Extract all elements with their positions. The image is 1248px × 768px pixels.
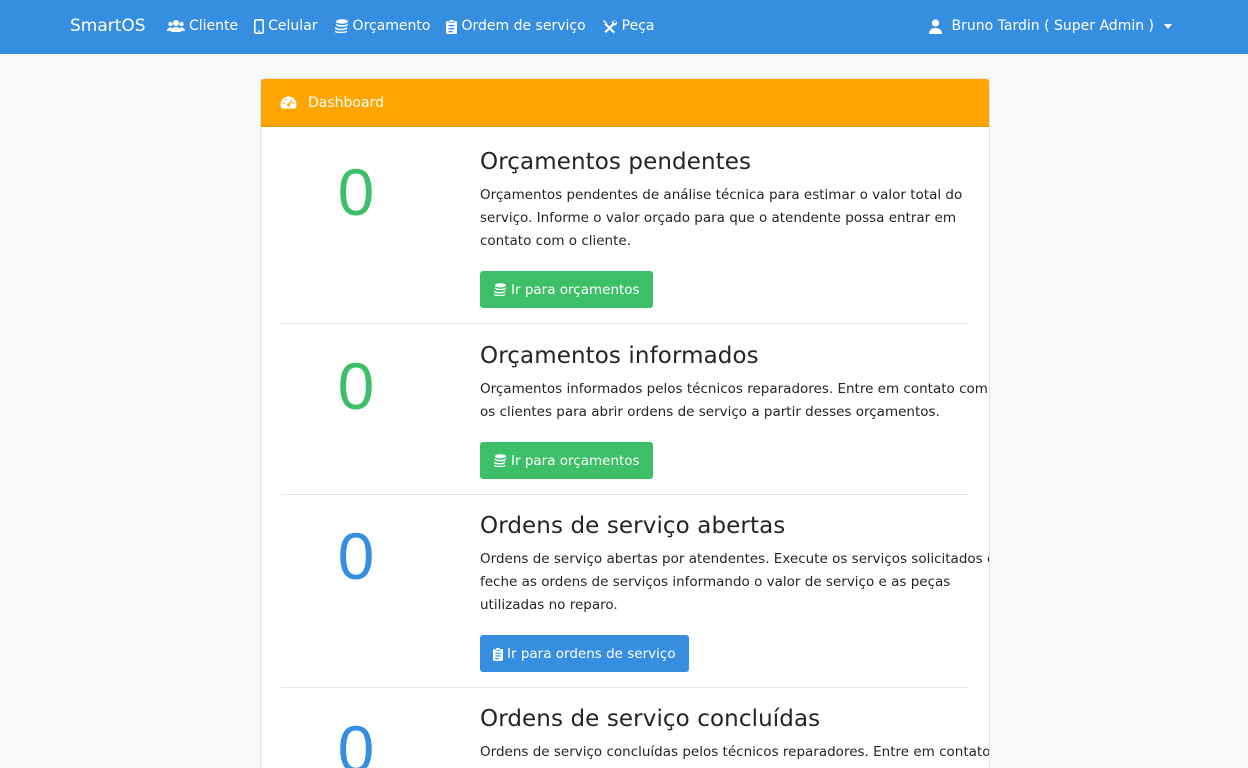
user-icon bbox=[928, 18, 942, 34]
divider bbox=[281, 687, 969, 688]
brand-logo[interactable]: SmartOS bbox=[70, 16, 146, 36]
clipboard-icon bbox=[446, 18, 458, 34]
nav-label: Celular bbox=[268, 18, 318, 34]
stat-body: Ordens de serviço abertas Ordens de serv… bbox=[480, 512, 990, 617]
nav-item-cliente[interactable]: Cliente bbox=[167, 18, 238, 34]
stat-title: Ordens de serviço concluídas bbox=[480, 706, 821, 732]
stat-count: 0 bbox=[337, 155, 375, 229]
nav-item-ordem-de-servico[interactable]: Ordem de serviço bbox=[446, 18, 586, 34]
tachometer-icon bbox=[280, 96, 297, 109]
button-label: Ir para ordens de serviço bbox=[507, 645, 676, 662]
user-menu-dropdown[interactable]: Bruno Tardin ( Super Admin ) bbox=[928, 18, 1172, 34]
nav-label: Peça bbox=[621, 18, 655, 34]
nav-label: Cliente bbox=[189, 18, 239, 34]
stat-title: Ordens de serviço abertas bbox=[480, 513, 786, 539]
nav-item-celular[interactable]: Celular bbox=[254, 18, 318, 34]
stat-count: 0 bbox=[337, 519, 375, 593]
stat-count: 0 bbox=[337, 712, 375, 768]
stat-body: Ordens de serviço concluídas Ordens de s… bbox=[480, 705, 990, 764]
stat-title: Orçamentos informados bbox=[480, 343, 759, 369]
coins-icon bbox=[334, 19, 348, 33]
stat-count: 0 bbox=[337, 349, 375, 423]
users-icon bbox=[167, 20, 185, 32]
stat-description: Orçamentos pendentes de análise técnica … bbox=[480, 187, 963, 249]
stat-body: Orçamentos informados Orçamentos informa… bbox=[480, 342, 989, 424]
button-label: Ir para orçamentos bbox=[511, 452, 640, 469]
go-to-orcamentos-button[interactable]: Ir para orçamentos bbox=[480, 271, 653, 308]
nav-item-orcamento[interactable]: Orçamento bbox=[334, 18, 431, 34]
stat-body: Orçamentos pendentes Orçamentos pendente… bbox=[480, 148, 989, 253]
mobile-icon bbox=[254, 18, 265, 34]
stat-description: Ordens de serviço abertas por atendentes… bbox=[480, 551, 990, 613]
button-label: Ir para orçamentos bbox=[511, 281, 640, 298]
card-header: Dashboard bbox=[261, 79, 989, 127]
tools-icon bbox=[602, 19, 617, 33]
divider bbox=[281, 494, 969, 495]
stat-description: Orçamentos informados pelos técnicos rep… bbox=[480, 381, 988, 420]
go-to-ordens-de-servico-button[interactable]: Ir para ordens de serviço bbox=[480, 635, 689, 672]
dashboard-card: Dashboard 0 Orçamentos pendentes Orçamen… bbox=[260, 78, 990, 768]
go-to-orcamentos-button[interactable]: Ir para orçamentos bbox=[480, 442, 653, 479]
user-name: Bruno Tardin ( Super Admin ) bbox=[951, 18, 1154, 34]
nav-label: Orçamento bbox=[352, 18, 431, 34]
nav-label: Ordem de serviço bbox=[461, 18, 586, 34]
divider bbox=[281, 323, 969, 324]
main-nav: Cliente Celular Orçamento Ordem de servi… bbox=[167, 18, 671, 34]
stat-title: Orçamentos pendentes bbox=[480, 149, 752, 175]
top-navbar: SmartOS Cliente Celular Orçamento Ordem … bbox=[0, 0, 1248, 54]
stat-description: Ordens de serviço concluídas pelos técni… bbox=[480, 744, 990, 760]
coins-icon bbox=[493, 283, 507, 296]
chevron-down-icon bbox=[1164, 23, 1172, 29]
nav-item-peca[interactable]: Peça bbox=[602, 18, 655, 34]
clipboard-icon bbox=[493, 646, 503, 661]
coins-icon bbox=[493, 454, 507, 467]
card-title: Dashboard bbox=[308, 94, 384, 111]
